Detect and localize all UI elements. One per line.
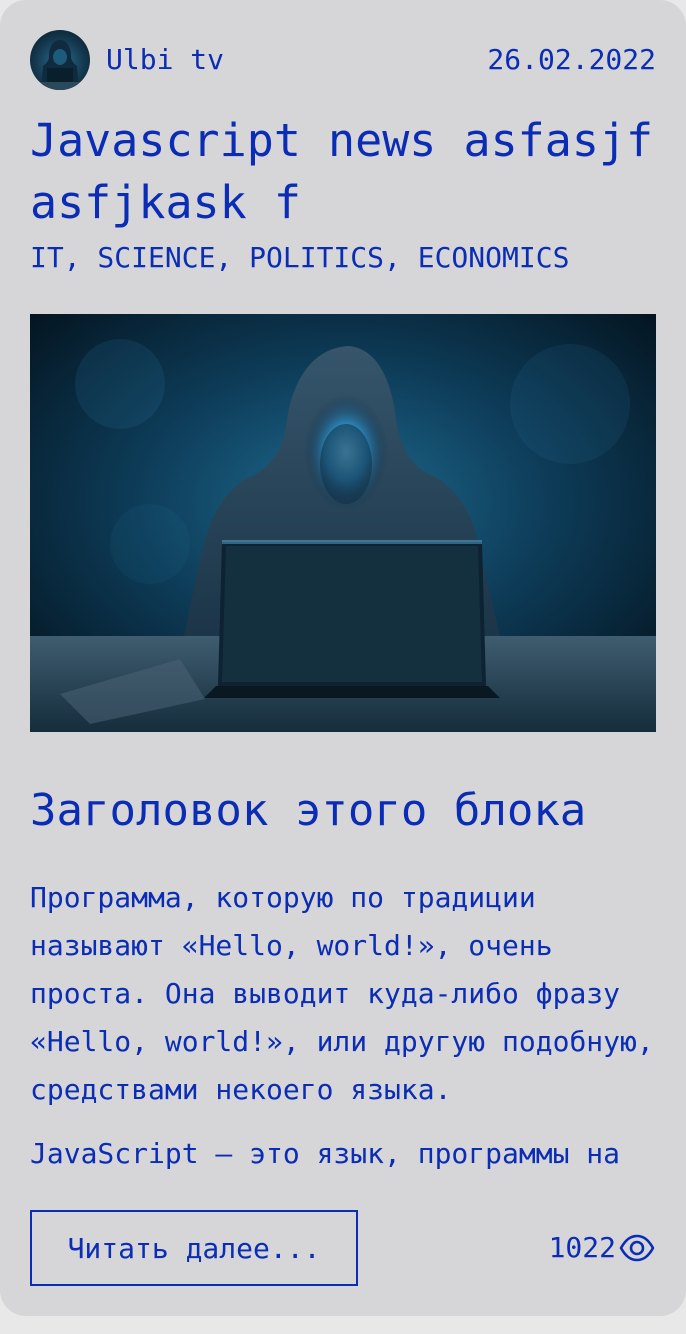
- excerpt-paragraph: Программа, которую по традиции называют …: [30, 881, 654, 1106]
- view-count: 1022: [548, 1231, 616, 1264]
- eye-icon: [618, 1233, 656, 1263]
- post-date: 26.02.2022: [487, 43, 656, 76]
- block-title: Заголовок этого блока: [30, 785, 587, 836]
- excerpt-paragraph: JavaScript — это язык, программы на: [30, 1137, 621, 1170]
- article-tags: IT, SCIENCE, POLITICS, ECONOMICS: [30, 241, 570, 274]
- read-more-button[interactable]: Читать далее...: [30, 1210, 358, 1286]
- article-image: [30, 314, 656, 732]
- article-card: Ulbi tv 26.02.2022 Javascript news asfas…: [0, 0, 686, 1316]
- article-excerpt: Программа, которую по традиции называют …: [30, 874, 660, 1180]
- view-counter: 1022: [549, 1228, 656, 1268]
- article-header: Ulbi tv 26.02.2022: [30, 30, 656, 90]
- author-avatar[interactable]: [30, 30, 90, 90]
- author-name[interactable]: Ulbi tv: [106, 42, 224, 78]
- article-title[interactable]: Javascript news asfasjf asfjkask f: [30, 110, 660, 234]
